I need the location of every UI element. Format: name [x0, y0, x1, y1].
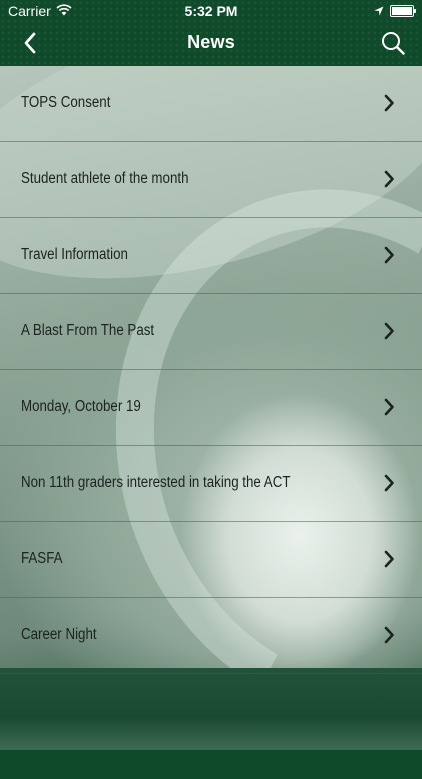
chevron-right-icon — [382, 246, 396, 264]
chevron-right-icon — [382, 550, 396, 568]
news-list-item[interactable]: Non 11th graders interested in taking th… — [0, 446, 422, 522]
news-item-title: A Blast From The Past — [21, 322, 155, 339]
news-item-title: FASFA — [21, 550, 63, 567]
news-list: TOPS Consent Student athlete of the month… — [0, 66, 422, 674]
news-list-item[interactable]: Monday, October 19 — [0, 370, 422, 446]
news-list-item[interactable]: FASFA — [0, 522, 422, 598]
search-icon — [381, 31, 405, 60]
battery-icon — [390, 5, 416, 17]
bottom-background — [0, 668, 422, 750]
news-item-title: TOPS Consent — [21, 94, 111, 111]
status-bar: Carrier 5:32 PM — [0, 0, 422, 22]
chevron-right-icon — [382, 322, 396, 340]
chevron-right-icon — [382, 170, 396, 188]
page-title: News — [187, 32, 235, 52]
news-list-item[interactable]: A Blast From The Past — [0, 294, 422, 370]
status-time: 5:32 PM — [184, 3, 238, 19]
chevron-right-icon — [382, 474, 396, 492]
news-list-item[interactable]: Travel Information — [0, 218, 422, 294]
news-list-item[interactable]: Career Night — [0, 598, 422, 674]
location-arrow-icon — [374, 3, 384, 19]
top-bar: Carrier 5:32 PM News — [0, 0, 422, 66]
news-list-item[interactable]: TOPS Consent — [0, 66, 422, 142]
news-list-item[interactable]: Student athlete of the month — [0, 142, 422, 218]
search-button[interactable] — [378, 30, 408, 60]
news-item-title: Student athlete of the month — [21, 170, 189, 187]
news-item-title: Career Night — [21, 626, 97, 643]
news-item-title: Monday, October 19 — [21, 398, 141, 415]
chevron-right-icon — [382, 626, 396, 644]
chevron-right-icon — [382, 94, 396, 112]
navigation-bar: News — [0, 22, 422, 66]
battery-level — [392, 7, 412, 15]
news-item-title: Travel Information — [21, 246, 128, 263]
chevron-right-icon — [382, 398, 396, 416]
news-item-title: Non 11th graders interested in taking th… — [21, 474, 291, 491]
